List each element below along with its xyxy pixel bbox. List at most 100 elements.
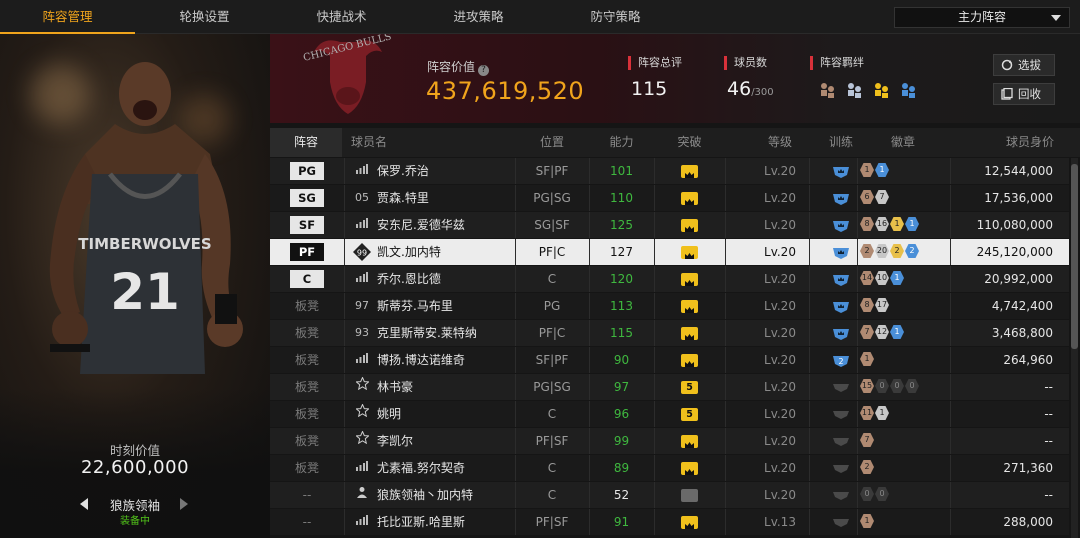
badge-icon: 7	[860, 325, 874, 339]
table-row[interactable]: PG 保罗.乔治 SF|PF 101 Lv.20 1 1 12,544,000	[270, 158, 1069, 184]
badge-icon: 12	[875, 325, 889, 339]
scrollbar[interactable]	[1071, 158, 1078, 538]
header-player-name[interactable]: 球员名	[342, 128, 396, 157]
training-shield-icon	[833, 491, 849, 500]
tab-rotation-settings[interactable]: 轮换设置	[137, 0, 272, 34]
slot-tag: 板凳	[294, 407, 319, 421]
table-row[interactable]: -- 托比亚斯.哈里斯 PF|SF 91 Lv.13 1 288,000	[270, 509, 1069, 535]
player-count-label: 球员数	[724, 56, 774, 70]
player-position: PF|C	[538, 245, 566, 259]
table-row[interactable]: SF 安东尼.爱德华兹 SG|SF 125 Lv.20 8 16 1 1 110,080,000	[270, 212, 1069, 238]
header-training[interactable]: 训练	[809, 128, 873, 157]
player-price: 20,992,000	[984, 272, 1053, 286]
player-position: C	[547, 272, 557, 286]
crown-icon	[681, 219, 698, 232]
moment-value: 22,600,000	[80, 457, 190, 478]
table-row[interactable]: 板凳 李凯尔 PF|SF 99 Lv.20 7 --	[270, 428, 1069, 454]
badge-list: 7	[860, 433, 875, 449]
slot-tag: --	[302, 515, 312, 529]
slot-tag: C	[290, 270, 324, 288]
table-row[interactable]: 板凳 93 克里斯蒂安.莱特纳 PF|C 115 Lv.20 7 12 1 3,468,800	[270, 320, 1069, 346]
training-shield-icon: 2	[833, 355, 849, 367]
player-name: 凯文.加内特	[377, 245, 441, 259]
badge-list: 00	[860, 487, 890, 503]
badge-icon: 10	[875, 271, 889, 285]
breakthrough-five-icon: 5	[681, 408, 698, 421]
tab-defense-strategy[interactable]: 防守策略	[548, 0, 683, 34]
lineup-dropdown[interactable]: 主力阵容	[894, 7, 1070, 28]
tab-lineup-management[interactable]: 阵容管理	[0, 0, 135, 34]
badge-icon: 0	[875, 487, 889, 501]
recycle-button[interactable]: 回收	[993, 83, 1055, 105]
header-slot[interactable]: 阵容	[270, 128, 342, 157]
badge-icon: 7	[860, 433, 874, 447]
player-count-max: /300	[751, 87, 774, 98]
player-name: 博扬.博达诺维奇	[377, 353, 465, 367]
jersey-num: 97	[355, 299, 369, 312]
header-player-value[interactable]: 球员身价	[990, 128, 1070, 157]
player-ability: 89	[613, 461, 630, 475]
table-row[interactable]: 板凳 林书豪 PG|SG 97 5 Lv.20 15 0 0 0 --	[270, 374, 1069, 400]
bars-icon	[353, 509, 371, 535]
slot-tag: PF	[290, 243, 324, 261]
table-row[interactable]: 板凳 尤素福.努尔契奇 C 89 Lv.20 2 271,360	[270, 455, 1069, 481]
rating-label: 阵容总评	[628, 56, 682, 70]
arrow-right-icon[interactable]	[180, 498, 188, 510]
slot-tag: 板凳	[294, 380, 319, 394]
table-row[interactable]: 板凳 97 斯蒂芬.马布里 PG 113 Lv.20 8 17 4,742,400	[270, 293, 1069, 319]
table-row[interactable]: -- 狼族领袖丶加内特 C 52 Lv.20 0 0 --	[270, 482, 1069, 508]
header-position[interactable]: 位置	[515, 128, 589, 157]
bond-icon-bronze[interactable]	[818, 80, 837, 99]
training-shield-icon	[833, 274, 849, 286]
badge-icon: 1	[890, 271, 904, 285]
star-icon	[353, 401, 371, 427]
player-count: 46	[727, 78, 752, 100]
header-breakthrough[interactable]: 突破	[654, 128, 725, 157]
bars-icon	[353, 347, 371, 373]
badge-icon: 6	[860, 190, 874, 204]
player-ability: 52	[613, 488, 630, 502]
jersey-number: 21	[110, 263, 180, 321]
player-price: 12,544,000	[984, 164, 1053, 178]
table-row[interactable]: PF 99 凯文.加内特 PF|C 127 Lv.20 2 20 2 2 245,120,000	[270, 239, 1069, 265]
slot-tag: 板凳	[294, 461, 319, 475]
badge-icon: 2	[860, 460, 874, 474]
table-row[interactable]: SG 05 贾森.特里 PG|SG 110 Lv.20 6 7 17,536,000	[270, 185, 1069, 211]
player-ability: 101	[610, 164, 633, 178]
player-illustration: TIMBERWOLVES 21	[49, 62, 243, 374]
scrollbar-thumb[interactable]	[1071, 164, 1078, 349]
player-position: PG|SG	[533, 191, 571, 205]
header-badges[interactable]: 徽章	[870, 128, 936, 157]
crown-icon	[681, 354, 698, 367]
player-card: TIMBERWOLVES 21 时刻价值 22,600,000 狼族领袖 装备中	[0, 34, 270, 538]
player-position: SF|PF	[535, 353, 569, 367]
training-shield-icon	[833, 328, 849, 340]
badge-icon: 2	[905, 244, 919, 258]
badge-icon: 1	[860, 163, 874, 177]
tab-quick-tactics[interactable]: 快捷战术	[274, 0, 409, 34]
lineup-dropdown-value: 主力阵容	[957, 10, 1006, 24]
table-row[interactable]: 板凳 博扬.博达诺维奇 SF|PF 90 Lv.20 2 1 264,960	[270, 347, 1069, 373]
player-name: 保罗.乔治	[377, 164, 429, 178]
bond-label: 阵容羁绊	[810, 56, 864, 70]
badge-icon: 0	[860, 487, 874, 501]
tab-offense-strategy[interactable]: 进攻策略	[411, 0, 546, 34]
table-row[interactable]: 板凳 姚明 C 96 5 Lv.20 11 1 --	[270, 401, 1069, 427]
badge-icon: 0	[905, 379, 919, 393]
bond-icon-silver[interactable]	[845, 80, 864, 99]
slot-tag: PG	[290, 162, 324, 180]
select-button[interactable]: 选拔	[993, 54, 1055, 76]
help-icon[interactable]: ?	[478, 65, 490, 76]
equipped-status: 装备中	[120, 516, 150, 527]
header-ability[interactable]: 能力	[589, 128, 654, 157]
table-row[interactable]: C 乔尔.恩比德 C 120 Lv.20 14 10 1 20,992,000	[270, 266, 1069, 292]
bond-icon-gold[interactable]	[872, 80, 891, 99]
player-position: PF|SF	[535, 434, 569, 448]
player-name: 乔尔.恩比德	[377, 272, 441, 286]
bond-icon-blue[interactable]	[899, 80, 918, 99]
badge-icon: 8	[860, 217, 874, 231]
badge-list: 7 12 1	[860, 325, 905, 341]
badge-icon: 1	[905, 217, 919, 231]
bars-icon	[353, 212, 371, 238]
player-price: 245,120,000	[976, 245, 1053, 259]
